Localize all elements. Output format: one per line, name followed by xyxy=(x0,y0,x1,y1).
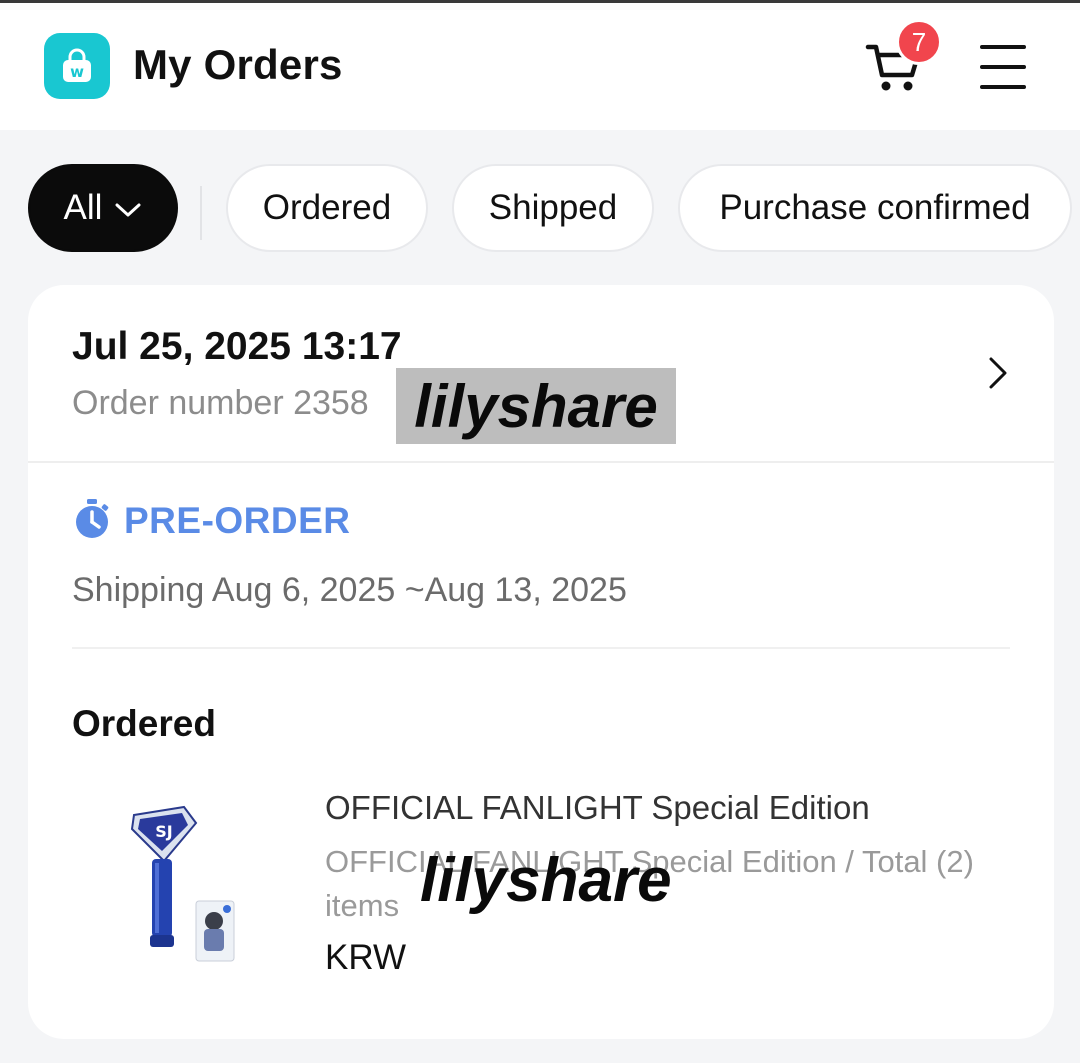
order-status: Ordered xyxy=(72,703,216,744)
filter-chip-shipped[interactable]: Shipped xyxy=(452,164,654,252)
cart-count-badge: 7 xyxy=(896,19,942,65)
app-header: w My Orders 7 xyxy=(0,3,1080,130)
hamburger-menu-icon[interactable] xyxy=(978,43,1028,91)
stopwatch-icon xyxy=(72,498,112,545)
filter-chip-ordered[interactable]: Ordered xyxy=(226,164,428,252)
chevron-down-icon xyxy=(114,188,142,228)
order-number: Order number 2358 xyxy=(72,384,369,422)
product-price: KRW xyxy=(325,938,407,977)
card-divider xyxy=(28,461,1054,463)
filter-chip-purchase-confirmed[interactable]: Purchase confirmed xyxy=(678,164,1072,252)
svg-text:w: w xyxy=(70,63,84,81)
order-filter-bar: All Ordered Shipped Purchase confirmed xyxy=(0,162,1080,254)
filter-divider xyxy=(200,186,202,240)
watermark-overlay: lilyshare xyxy=(396,368,676,444)
product-title[interactable]: OFFICIAL FANLIGHT Special Edition xyxy=(325,789,870,827)
order-date[interactable]: Jul 25, 2025 13:17 xyxy=(72,325,402,369)
svg-text:SJ: SJ xyxy=(155,822,172,841)
chevron-right-icon[interactable] xyxy=(986,355,1010,391)
page-title: My Orders xyxy=(133,41,343,88)
section-divider xyxy=(72,647,1010,649)
preorder-tag: PRE-ORDER xyxy=(72,497,351,545)
order-card: Jul 25, 2025 13:17 Order number 2358 lil… xyxy=(28,285,1054,1039)
filter-all-dropdown[interactable]: All xyxy=(28,164,178,252)
watermark-overlay-2: lilyshare xyxy=(420,846,672,915)
shipping-dates: Shipping Aug 6, 2025 ~Aug 13, 2025 xyxy=(72,571,627,609)
preorder-label: PRE-ORDER xyxy=(124,500,351,541)
filter-all-label: All xyxy=(63,188,103,227)
app-logo-icon[interactable]: w xyxy=(44,33,110,99)
product-thumbnail[interactable]: SJ xyxy=(124,805,254,965)
